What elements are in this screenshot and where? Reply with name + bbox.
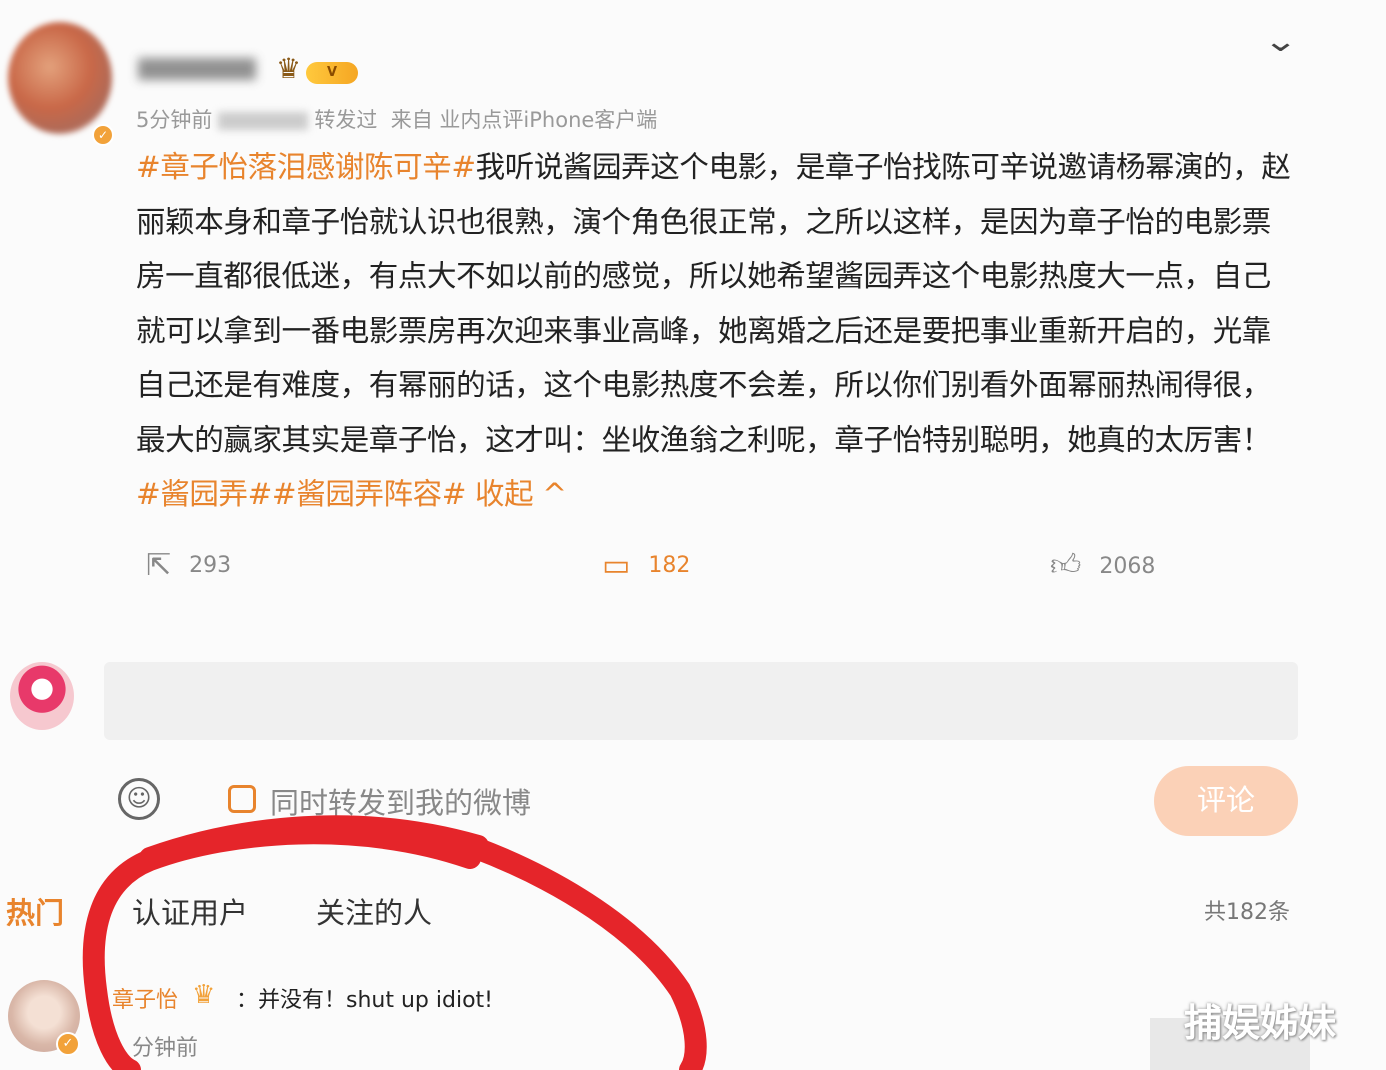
post-time: 5分钟前 xyxy=(136,108,213,132)
comment-button[interactable]: ▭ 182 xyxy=(602,548,690,583)
watermark: 捕娱姊妹 xyxy=(1184,1001,1337,1045)
tab-hot[interactable]: 热门 xyxy=(6,890,64,932)
total-comment-count: 共182条 xyxy=(1204,900,1290,925)
comment-text: ：并没有！shut up idiot! xyxy=(236,982,493,1014)
verified-badge-icon: ✓ xyxy=(92,124,114,146)
comment-separator: ： xyxy=(236,988,259,1013)
tab-verified-users[interactable]: 认证用户 xyxy=(132,890,248,932)
repost-button[interactable]: ⇱ 293 xyxy=(146,548,231,583)
author-avatar[interactable] xyxy=(8,22,112,134)
author-name-redacted[interactable] xyxy=(138,58,256,80)
repost-checkbox[interactable] xyxy=(228,785,256,813)
hashtag-link[interactable]: #酱园弄##酱园弄阵容# xyxy=(136,477,466,511)
collapse-label: 收起 xyxy=(466,477,534,511)
comment-icon: ▭ xyxy=(602,548,631,583)
comment-time: 分钟前 xyxy=(132,1036,199,1061)
comment-body: 并没有！shut up idiot! xyxy=(258,988,493,1013)
post-source[interactable]: 来自 业内点评iPhone客户端 xyxy=(391,108,658,132)
thumbs-up-icon: 👍︎ xyxy=(1050,548,1082,583)
emoji-icon[interactable]: ☺ xyxy=(118,778,160,820)
reposted-label: 转发过 xyxy=(314,108,378,132)
collapse-link[interactable]: 收起 ^ xyxy=(466,477,567,511)
repost-icon: ⇱ xyxy=(146,548,172,583)
comment-input[interactable] xyxy=(104,662,1298,740)
chevron-up-icon: ^ xyxy=(542,477,567,511)
post-meta: 5分钟前 转发过 来自 业内点评iPhone客户端 xyxy=(136,104,657,134)
repost-count: 293 xyxy=(189,553,232,578)
crown-icon: ♛ xyxy=(192,980,216,1010)
like-button[interactable]: 👍︎ 2068 xyxy=(1050,548,1155,584)
vip-badge: V xyxy=(306,62,358,84)
repost-checkbox-label[interactable]: 同时转发到我的微博 xyxy=(270,780,531,822)
current-user-avatar xyxy=(10,662,74,730)
post-body-text: 我听说酱园弄这个电影，是章子怡找陈可辛说邀请杨幂演的，赵丽颖本身和章子怡就认识也… xyxy=(136,150,1291,457)
chevron-down-icon[interactable]: ⌄ xyxy=(1263,24,1298,59)
verified-badge-icon: ✓ xyxy=(56,1032,80,1056)
hashtag-link[interactable]: #章子怡落泪感谢陈可辛# xyxy=(136,150,476,184)
redacted-meta xyxy=(218,112,309,130)
like-count: 2068 xyxy=(1099,553,1156,579)
crown-icon: ♛ xyxy=(276,52,302,85)
comment-count: 182 xyxy=(648,553,691,578)
tab-following[interactable]: 关注的人 xyxy=(316,890,432,932)
post-body: #章子怡落泪感谢陈可辛#我听说酱园弄这个电影，是章子怡找陈可辛说邀请杨幂演的，赵… xyxy=(136,140,1298,522)
commenter-name[interactable]: 章子怡 xyxy=(112,982,178,1014)
submit-comment-button[interactable]: 评论 xyxy=(1154,766,1298,836)
